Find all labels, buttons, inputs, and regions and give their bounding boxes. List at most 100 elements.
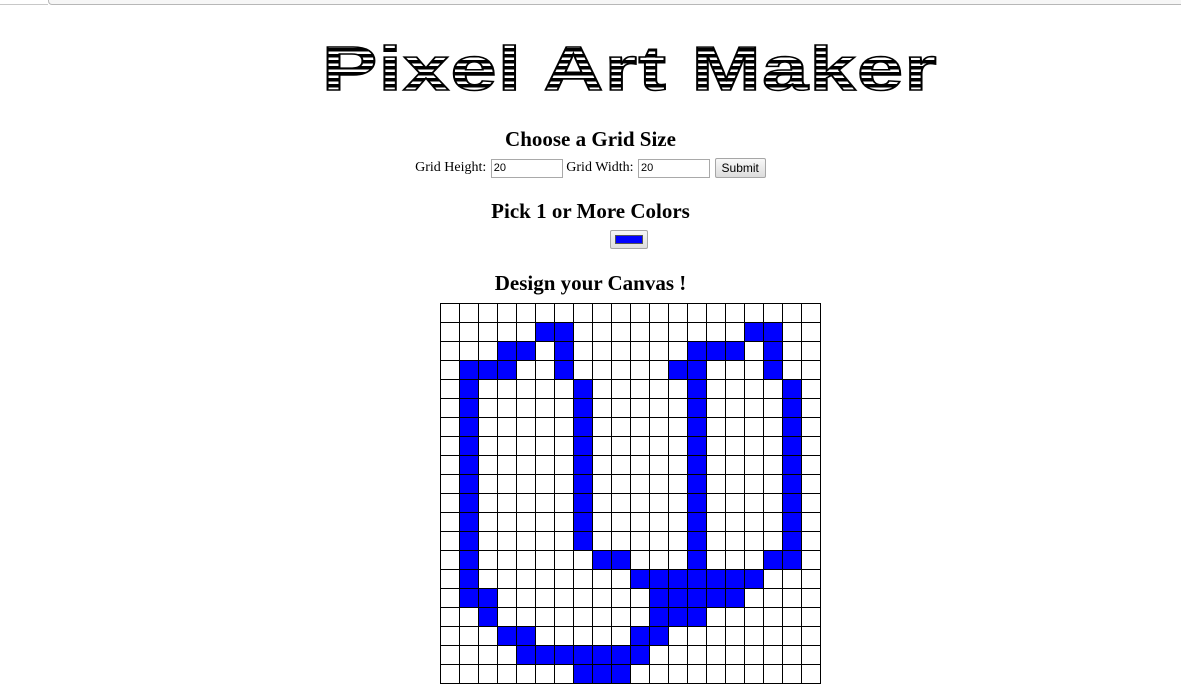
canvas-cell[interactable] [535,379,555,399]
canvas-cell[interactable] [744,379,764,399]
canvas-cell[interactable] [782,531,802,551]
canvas-cell[interactable] [668,550,688,570]
canvas-cell[interactable] [478,626,498,646]
canvas-cell[interactable] [782,360,802,380]
canvas-cell[interactable] [478,531,498,551]
canvas-cell[interactable] [687,360,707,380]
canvas-cell[interactable] [611,645,631,665]
canvas-cell[interactable] [687,303,707,323]
canvas-cell[interactable] [687,322,707,342]
canvas-cell[interactable] [782,588,802,608]
canvas-cell[interactable] [611,341,631,361]
canvas-cell[interactable] [744,322,764,342]
canvas-cell[interactable] [763,417,783,437]
canvas-cell[interactable] [782,474,802,494]
canvas-cell[interactable] [687,341,707,361]
canvas-cell[interactable] [573,455,593,475]
canvas-cell[interactable] [459,455,479,475]
canvas-cell[interactable] [611,360,631,380]
canvas-cell[interactable] [649,341,669,361]
canvas-cell[interactable] [801,303,821,323]
canvas-cell[interactable] [440,417,460,437]
canvas-cell[interactable] [497,550,517,570]
canvas-cell[interactable] [440,626,460,646]
canvas-cell[interactable] [611,455,631,475]
canvas-cell[interactable] [687,493,707,513]
canvas-cell[interactable] [554,341,574,361]
canvas-cell[interactable] [592,493,612,513]
canvas-cell[interactable] [630,341,650,361]
canvas-cell[interactable] [687,588,707,608]
canvas-cell[interactable] [535,398,555,418]
canvas-cell[interactable] [630,436,650,456]
canvas-cell[interactable] [668,436,688,456]
canvas-cell[interactable] [706,322,726,342]
canvas-cell[interactable] [459,322,479,342]
canvas-cell[interactable] [554,531,574,551]
canvas-cell[interactable] [649,436,669,456]
canvas-cell[interactable] [516,436,536,456]
canvas-cell[interactable] [668,303,688,323]
canvas-cell[interactable] [801,398,821,418]
canvas-cell[interactable] [573,322,593,342]
canvas-cell[interactable] [630,531,650,551]
canvas-cell[interactable] [516,512,536,532]
canvas-cell[interactable] [649,531,669,551]
canvas-cell[interactable] [706,436,726,456]
canvas-cell[interactable] [440,455,460,475]
canvas-cell[interactable] [649,626,669,646]
canvas-cell[interactable] [554,512,574,532]
canvas-cell[interactable] [573,436,593,456]
canvas-cell[interactable] [744,569,764,589]
canvas-cell[interactable] [649,493,669,513]
canvas-cell[interactable] [478,664,498,684]
canvas-cell[interactable] [535,341,555,361]
canvas-cell[interactable] [744,436,764,456]
canvas-cell[interactable] [516,645,536,665]
canvas-cell[interactable] [497,436,517,456]
canvas-cell[interactable] [801,626,821,646]
canvas-cell[interactable] [649,607,669,627]
canvas-cell[interactable] [649,645,669,665]
canvas-cell[interactable] [725,626,745,646]
canvas-cell[interactable] [630,417,650,437]
canvas-cell[interactable] [744,512,764,532]
canvas-cell[interactable] [573,493,593,513]
canvas-cell[interactable] [573,303,593,323]
canvas-cell[interactable] [687,645,707,665]
canvas-cell[interactable] [668,626,688,646]
canvas-cell[interactable] [478,360,498,380]
canvas-cell[interactable] [497,569,517,589]
canvas-cell[interactable] [668,341,688,361]
pixel-canvas[interactable] [440,303,821,684]
canvas-cell[interactable] [516,417,536,437]
canvas-cell[interactable] [516,379,536,399]
canvas-cell[interactable] [459,607,479,627]
canvas-cell[interactable] [573,531,593,551]
canvas-cell[interactable] [763,607,783,627]
canvas-cell[interactable] [592,588,612,608]
canvas-cell[interactable] [554,322,574,342]
canvas-cell[interactable] [725,569,745,589]
canvas-cell[interactable] [649,512,669,532]
canvas-cell[interactable] [725,588,745,608]
canvas-cell[interactable] [516,493,536,513]
canvas-cell[interactable] [763,436,783,456]
canvas-cell[interactable] [440,607,460,627]
canvas-cell[interactable] [478,569,498,589]
canvas-cell[interactable] [440,493,460,513]
canvas-cell[interactable] [478,436,498,456]
canvas-cell[interactable] [592,436,612,456]
canvas-cell[interactable] [497,341,517,361]
canvas-cell[interactable] [592,379,612,399]
canvas-cell[interactable] [535,645,555,665]
canvas-cell[interactable] [440,569,460,589]
canvas-cell[interactable] [459,588,479,608]
canvas-cell[interactable] [535,322,555,342]
canvas-cell[interactable] [459,493,479,513]
canvas-cell[interactable] [725,360,745,380]
canvas-cell[interactable] [554,626,574,646]
canvas-cell[interactable] [554,455,574,475]
canvas-cell[interactable] [801,360,821,380]
canvas-cell[interactable] [706,550,726,570]
